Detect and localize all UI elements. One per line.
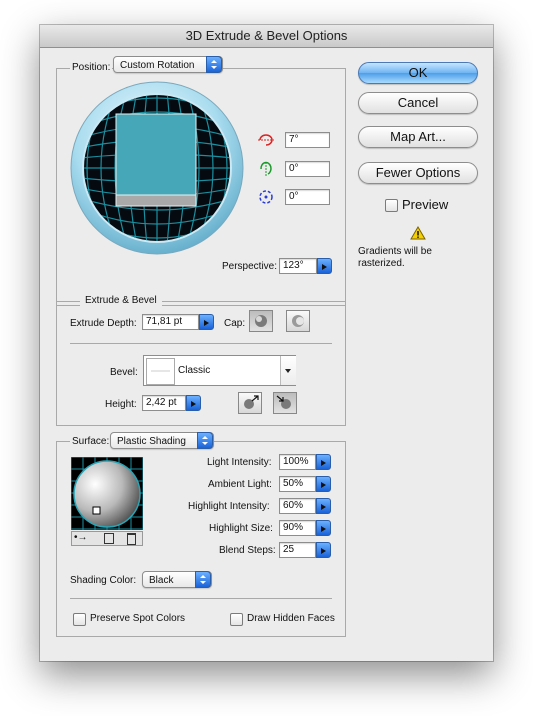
height-slider-button[interactable] xyxy=(186,395,201,411)
preview-checkbox[interactable] xyxy=(385,199,398,212)
ok-button[interactable]: OK xyxy=(358,62,478,84)
rotate-y-field[interactable]: 0° xyxy=(285,161,330,177)
preserve-spot-colors-checkbox[interactable] xyxy=(73,613,86,626)
dialog-window: 3D Extrude & Bevel Options Position: Cus… xyxy=(40,25,493,661)
cap-off-icon xyxy=(292,315,304,327)
lighting-sphere-preview[interactable] xyxy=(70,456,144,530)
highlight-size-label: Highlight Size: xyxy=(209,523,273,534)
cancel-button[interactable]: Cancel xyxy=(358,92,478,114)
cap-off-button[interactable] xyxy=(286,310,310,332)
highlight-size-slider-button[interactable] xyxy=(316,520,331,536)
preserve-spot-colors-label: Preserve Spot Colors xyxy=(90,613,186,624)
rotate-z-field[interactable]: 0° xyxy=(285,189,330,205)
rotate-z-icon xyxy=(257,188,275,206)
height-field[interactable]: 2,42 pt xyxy=(142,395,186,411)
shading-color-label: Shading Color: xyxy=(70,575,137,586)
blend-steps-slider-button[interactable] xyxy=(316,542,331,558)
light-intensity-label: Light Intensity: xyxy=(207,457,272,468)
bevel-out-icon xyxy=(244,395,259,409)
preview-label: Preview xyxy=(402,197,449,212)
move-light-back-icon[interactable]: •→ xyxy=(74,532,88,543)
bevel-label: Bevel: xyxy=(110,367,138,378)
chevron-updown-icon xyxy=(195,571,211,588)
bevel-value: Classic xyxy=(178,365,211,376)
extrude-depth-slider-button[interactable] xyxy=(199,314,214,330)
position-label: Position: xyxy=(70,62,113,73)
rotate-x-icon xyxy=(257,132,275,148)
shading-color-value: Black xyxy=(149,575,174,586)
draw-hidden-faces-checkbox[interactable] xyxy=(230,613,243,626)
rotate-y-icon xyxy=(257,160,275,178)
position-preset-value: Custom Rotation xyxy=(120,60,195,71)
ambient-light-slider-button[interactable] xyxy=(316,476,331,492)
extrude-depth-label: Extrude Depth: xyxy=(70,318,137,329)
extrude-divider xyxy=(70,343,332,344)
blend-steps-label: Blend Steps: xyxy=(219,545,276,556)
warning-icon xyxy=(410,226,426,240)
cap-on-button[interactable] xyxy=(249,310,273,332)
map-art-button[interactable]: Map Art... xyxy=(358,126,478,148)
height-label: Height: xyxy=(105,399,137,410)
perspective-label: Perspective: xyxy=(222,261,278,272)
light-toolbar: •→ xyxy=(71,531,143,546)
chevron-down-icon xyxy=(280,356,296,385)
highlight-intensity-field[interactable]: 60% xyxy=(279,498,316,514)
light-intensity-field[interactable]: 100% xyxy=(279,454,316,470)
shading-color-select[interactable]: Black xyxy=(142,571,212,588)
window-title: 3D Extrude & Bevel Options xyxy=(40,25,493,48)
trash-icon[interactable] xyxy=(127,533,136,545)
chevron-updown-icon xyxy=(206,56,222,73)
fewer-options-button[interactable]: Fewer Options xyxy=(358,162,478,184)
chevron-updown-icon xyxy=(197,432,213,449)
highlight-intensity-slider-button[interactable] xyxy=(316,498,331,514)
cap-label: Cap: xyxy=(224,318,246,329)
surface-divider xyxy=(70,598,332,599)
surface-type-select[interactable]: Plastic Shading xyxy=(110,432,214,449)
extrude-bevel-label: Extrude & Bevel xyxy=(80,295,162,306)
bevel-select[interactable]: Classic xyxy=(143,355,296,386)
track-cube-graphic xyxy=(70,81,244,255)
draw-hidden-faces-label: Draw Hidden Faces xyxy=(247,613,335,624)
bevel-extent-out-button[interactable] xyxy=(238,392,262,414)
light-intensity-slider-button[interactable] xyxy=(316,454,331,470)
extrude-depth-field[interactable]: 71,81 pt xyxy=(142,314,199,330)
warning-text: Gradients will be rasterized. xyxy=(358,246,432,269)
bevel-in-icon xyxy=(276,395,291,409)
perspective-field[interactable]: 123° xyxy=(279,258,317,274)
track-cube[interactable] xyxy=(70,81,244,255)
bevel-extent-in-button[interactable] xyxy=(273,392,297,414)
rotate-x-field[interactable]: 7° xyxy=(285,132,330,148)
cap-on-icon xyxy=(255,315,267,327)
highlight-intensity-label: Highlight Intensity: xyxy=(188,501,270,512)
lighting-sphere-graphic xyxy=(70,456,144,530)
surface-type-value: Plastic Shading xyxy=(117,436,186,447)
bevel-preview-swatch xyxy=(146,358,175,385)
highlight-size-field[interactable]: 90% xyxy=(279,520,316,536)
perspective-slider-button[interactable] xyxy=(317,258,332,274)
ambient-light-field[interactable]: 50% xyxy=(279,476,316,492)
new-light-icon[interactable] xyxy=(104,533,114,544)
blend-steps-field[interactable]: 25 xyxy=(279,542,316,558)
surface-label: Surface: xyxy=(70,436,112,447)
position-preset-select[interactable]: Custom Rotation xyxy=(113,56,223,73)
ambient-light-label: Ambient Light: xyxy=(208,479,272,490)
